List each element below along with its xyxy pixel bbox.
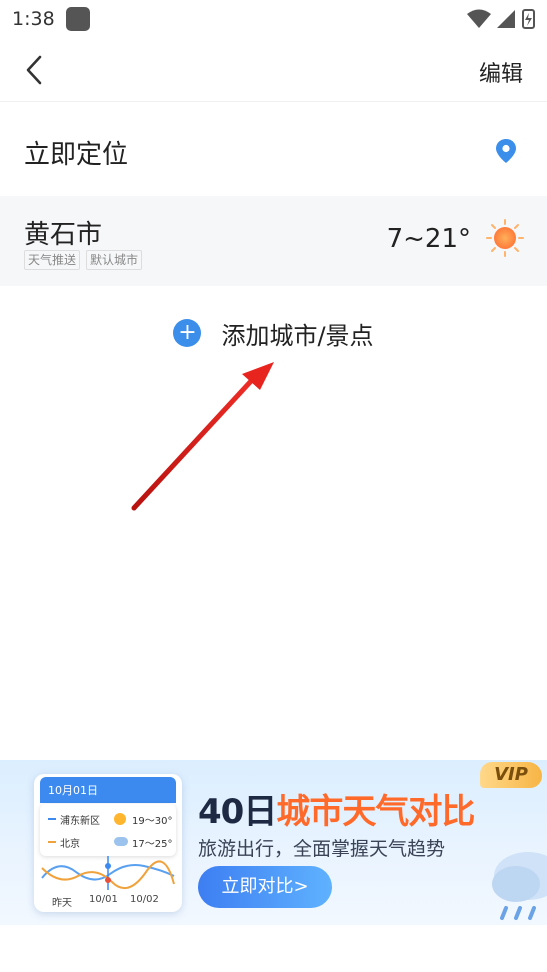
- vip-badge: VIP: [480, 762, 542, 788]
- preview-city: 浦东新区: [60, 815, 100, 827]
- banner-title-accent: 城市天气对比: [276, 792, 475, 832]
- status-bar: 1:38: [0, 0, 547, 38]
- city-card-huangshi[interactable]: 黄石市 天气推送 默认城市 7~21°: [0, 196, 547, 286]
- locate-now-row[interactable]: 立即定位: [0, 104, 547, 194]
- cloud-rain-icon: [492, 852, 547, 920]
- edit-button[interactable]: 编辑: [479, 56, 523, 88]
- app-notification-icon: [66, 7, 90, 31]
- wifi-icon: [467, 9, 491, 28]
- weather-push-tag: 天气推送: [24, 250, 81, 270]
- back-button[interactable]: [14, 50, 54, 90]
- locate-now-label: 立即定位: [24, 140, 129, 170]
- location-pin-icon: [496, 139, 516, 163]
- weather-compare-preview: 10月01日 浦东新区 19～30° 北京 17～25° 昨天 10/01 10…: [34, 774, 182, 912]
- preview-row: 浦东新区: [48, 809, 100, 829]
- banner-title: 40日城市天气对比: [198, 784, 475, 833]
- default-city-tag: 默认城市: [86, 250, 143, 270]
- chevron-left-icon: [26, 55, 42, 85]
- preview-city: 北京: [60, 838, 80, 850]
- promo-banner[interactable]: 10月01日 浦东新区 19～30° 北京 17～25° 昨天 10/01 10…: [0, 760, 547, 925]
- preview-popup: 浦东新区 19～30° 北京 17～25°: [40, 804, 176, 856]
- banner-title-prefix: 40日: [198, 792, 277, 832]
- cloud-rain-icon: [114, 837, 128, 846]
- sun-icon: [114, 813, 126, 825]
- preview-row: 北京: [48, 832, 80, 852]
- city-name: 黄石市: [24, 220, 103, 250]
- preview-x-label: 10/02: [130, 894, 159, 905]
- banner-subtitle: 旅游出行，全面掌握天气趋势: [198, 838, 446, 860]
- preview-temp: 17～25°: [132, 839, 173, 850]
- preview-x-label: 10/01: [89, 894, 118, 905]
- plus-circle-icon: +: [173, 319, 202, 347]
- annotation-arrow: [131, 362, 274, 511]
- preview-date: 10月01日: [40, 777, 176, 803]
- preview-chart: [41, 856, 175, 890]
- preview-temp: 19～30°: [132, 816, 173, 827]
- compare-now-button[interactable]: 立即对比>: [198, 866, 332, 908]
- status-icons: [467, 9, 535, 29]
- city-tags: 天气推送 默认城市: [24, 250, 143, 270]
- sun-icon: [486, 219, 524, 257]
- add-city-label: 添加城市/景点: [221, 321, 374, 350]
- status-time: 1:38: [12, 8, 55, 30]
- add-city-button[interactable]: + 添加城市/景点: [0, 298, 547, 368]
- temperature-range: 7~21°: [386, 224, 471, 254]
- nav-bar: 编辑: [0, 38, 547, 102]
- preview-x-label: 昨天: [52, 898, 72, 909]
- signal-icon: [497, 10, 515, 28]
